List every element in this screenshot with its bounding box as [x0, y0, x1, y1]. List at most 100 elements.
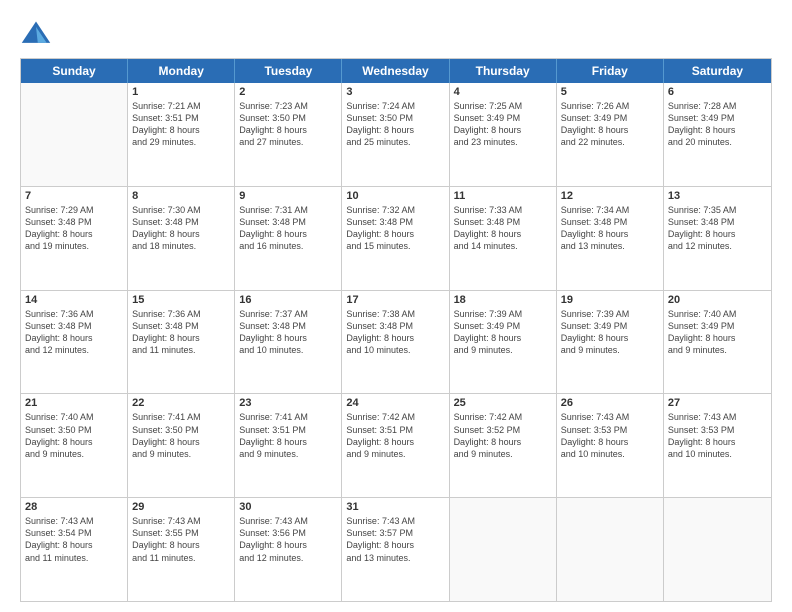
- calendar-cell: 21Sunrise: 7:40 AMSunset: 3:50 PMDayligh…: [21, 394, 128, 497]
- calendar-cell: 22Sunrise: 7:41 AMSunset: 3:50 PMDayligh…: [128, 394, 235, 497]
- cell-line: Sunset: 3:52 PM: [454, 424, 552, 436]
- calendar-cell: 26Sunrise: 7:43 AMSunset: 3:53 PMDayligh…: [557, 394, 664, 497]
- cell-line: Sunrise: 7:31 AM: [239, 204, 337, 216]
- page: SundayMondayTuesdayWednesdayThursdayFrid…: [0, 0, 792, 612]
- day-number: 8: [132, 190, 230, 202]
- cell-line: Sunrise: 7:43 AM: [132, 515, 230, 527]
- cell-line: Sunrise: 7:28 AM: [668, 100, 767, 112]
- day-number: 25: [454, 397, 552, 409]
- calendar-row-0: 1Sunrise: 7:21 AMSunset: 3:51 PMDaylight…: [21, 83, 771, 186]
- cell-line: and 18 minutes.: [132, 240, 230, 252]
- cell-line: and 9 minutes.: [561, 344, 659, 356]
- cell-line: Sunrise: 7:43 AM: [346, 515, 444, 527]
- cell-line: Sunrise: 7:38 AM: [346, 308, 444, 320]
- day-number: 29: [132, 501, 230, 513]
- calendar-row-4: 28 Sunrise: 7:43 AM Sunset: 3:54 PM Dayligh…: [21, 497, 771, 601]
- cell-line: Sunset: 3:48 PM: [132, 216, 230, 228]
- cell-line: and 9 minutes.: [25, 448, 123, 460]
- day-number: 15: [132, 294, 230, 306]
- cell-line: Daylight: 8 hours: [668, 332, 767, 344]
- cell-line: Sunset: 3:50 PM: [239, 112, 337, 124]
- cell-line: Daylight: 8 hours: [239, 332, 337, 344]
- day-number: 31: [346, 501, 444, 513]
- cell-line: Daylight: 8 hours: [239, 436, 337, 448]
- day-number: 27: [668, 397, 767, 409]
- cell-line: Sunset: 3:49 PM: [561, 112, 659, 124]
- day-number: 21: [25, 397, 123, 409]
- cell-line: Sunrise: 7:43 AM: [668, 411, 767, 423]
- cell-line: Daylight: 8 hours: [132, 228, 230, 240]
- cell-line: Sunset: 3:49 PM: [561, 320, 659, 332]
- calendar-cell: 5Sunrise: 7:26 AMSunset: 3:49 PMDaylight…: [557, 83, 664, 186]
- cell-line: and 12 minutes.: [239, 552, 337, 564]
- cell-line: and 10 minutes.: [561, 448, 659, 460]
- calendar-cell: 31Sunrise: 7:43 AMSunset: 3:57 PMDayligh…: [342, 498, 449, 601]
- cell-line: Sunset: 3:48 PM: [25, 320, 123, 332]
- cell-line: and 12 minutes.: [25, 344, 123, 356]
- cell-line: Daylight: 8 hours: [561, 228, 659, 240]
- day-number: 7: [25, 190, 123, 202]
- cell-line: and 11 minutes.: [25, 552, 123, 564]
- cell-line: Sunset: 3:53 PM: [668, 424, 767, 436]
- day-number: 17: [346, 294, 444, 306]
- cell-line: Sunrise: 7:26 AM: [561, 100, 659, 112]
- calendar-cell: [557, 498, 664, 601]
- cell-line: Sunset: 3:50 PM: [346, 112, 444, 124]
- day-number: 30: [239, 501, 337, 513]
- cell-line: Sunrise: 7:34 AM: [561, 204, 659, 216]
- day-number: 10: [346, 190, 444, 202]
- cell-line: Sunrise: 7:23 AM: [239, 100, 337, 112]
- cell-line: Sunset: 3:48 PM: [346, 320, 444, 332]
- cell-line: Sunrise: 7:39 AM: [561, 308, 659, 320]
- cell-line: Sunrise: 7:21 AM: [132, 100, 230, 112]
- cell-line: Daylight: 8 hours: [346, 436, 444, 448]
- calendar-cell: 15Sunrise: 7:36 AMSunset: 3:48 PMDayligh…: [128, 291, 235, 394]
- calendar-cell: 3Sunrise: 7:24 AMSunset: 3:50 PMDaylight…: [342, 83, 449, 186]
- cell-line: and 9 minutes.: [346, 448, 444, 460]
- calendar-cell: 27Sunrise: 7:43 AMSunset: 3:53 PMDayligh…: [664, 394, 771, 497]
- day-number: 16: [239, 294, 337, 306]
- cell-line: and 16 minutes.: [239, 240, 337, 252]
- cell-line: Sunrise: 7:39 AM: [454, 308, 552, 320]
- cell-line: Sunset: 3:51 PM: [346, 424, 444, 436]
- cell-line: Sunset: 3:48 PM: [25, 216, 123, 228]
- cell-line: and 9 minutes.: [132, 448, 230, 460]
- cell-line: Daylight: 8 hours: [239, 124, 337, 136]
- cell-line: and 29 minutes.: [132, 136, 230, 148]
- cell-line: Daylight: 8 hours: [454, 436, 552, 448]
- cell-line: and 9 minutes.: [454, 344, 552, 356]
- calendar-cell: 24Sunrise: 7:42 AMSunset: 3:51 PMDayligh…: [342, 394, 449, 497]
- header-day-tuesday: Tuesday: [235, 59, 342, 83]
- day-number: 1: [132, 86, 230, 98]
- cell-line: Sunrise: 7:24 AM: [346, 100, 444, 112]
- calendar-cell: [450, 498, 557, 601]
- cell-line: Daylight: 8 hours: [132, 436, 230, 448]
- cell-line: Sunset: 3:53 PM: [561, 424, 659, 436]
- cell-line: Sunrise: 7:36 AM: [25, 308, 123, 320]
- cell-line: Daylight: 8 hours: [132, 539, 230, 551]
- header-day-saturday: Saturday: [664, 59, 771, 83]
- cell-line: Sunset: 3:48 PM: [668, 216, 767, 228]
- cell-line: and 9 minutes.: [454, 448, 552, 460]
- cell-line: Daylight: 8 hours: [668, 228, 767, 240]
- cell-line: Sunset: 3:57 PM: [346, 527, 444, 539]
- calendar-cell: [664, 498, 771, 601]
- cell-line: Daylight: 8 hours: [454, 332, 552, 344]
- cell-line: Sunrise: 7:25 AM: [454, 100, 552, 112]
- cell-line: Daylight: 8 hours: [561, 436, 659, 448]
- cell-line: Daylight: 8 hours: [25, 332, 123, 344]
- day-number: 22: [132, 397, 230, 409]
- cell-line: Sunset: 3:54 PM: [25, 527, 123, 539]
- calendar-body: 1Sunrise: 7:21 AMSunset: 3:51 PMDaylight…: [21, 83, 771, 601]
- cell-line: Daylight: 8 hours: [239, 539, 337, 551]
- cell-line: Sunset: 3:55 PM: [132, 527, 230, 539]
- calendar-cell: [21, 83, 128, 186]
- logo: [20, 18, 56, 50]
- calendar-cell: 19Sunrise: 7:39 AMSunset: 3:49 PMDayligh…: [557, 291, 664, 394]
- day-number: 28: [25, 501, 123, 513]
- cell-line: and 12 minutes.: [668, 240, 767, 252]
- cell-line: Sunrise: 7:30 AM: [132, 204, 230, 216]
- cell-line: Sunrise: 7:36 AM: [132, 308, 230, 320]
- calendar-cell: 2Sunrise: 7:23 AMSunset: 3:50 PMDaylight…: [235, 83, 342, 186]
- cell-line: Daylight: 8 hours: [25, 228, 123, 240]
